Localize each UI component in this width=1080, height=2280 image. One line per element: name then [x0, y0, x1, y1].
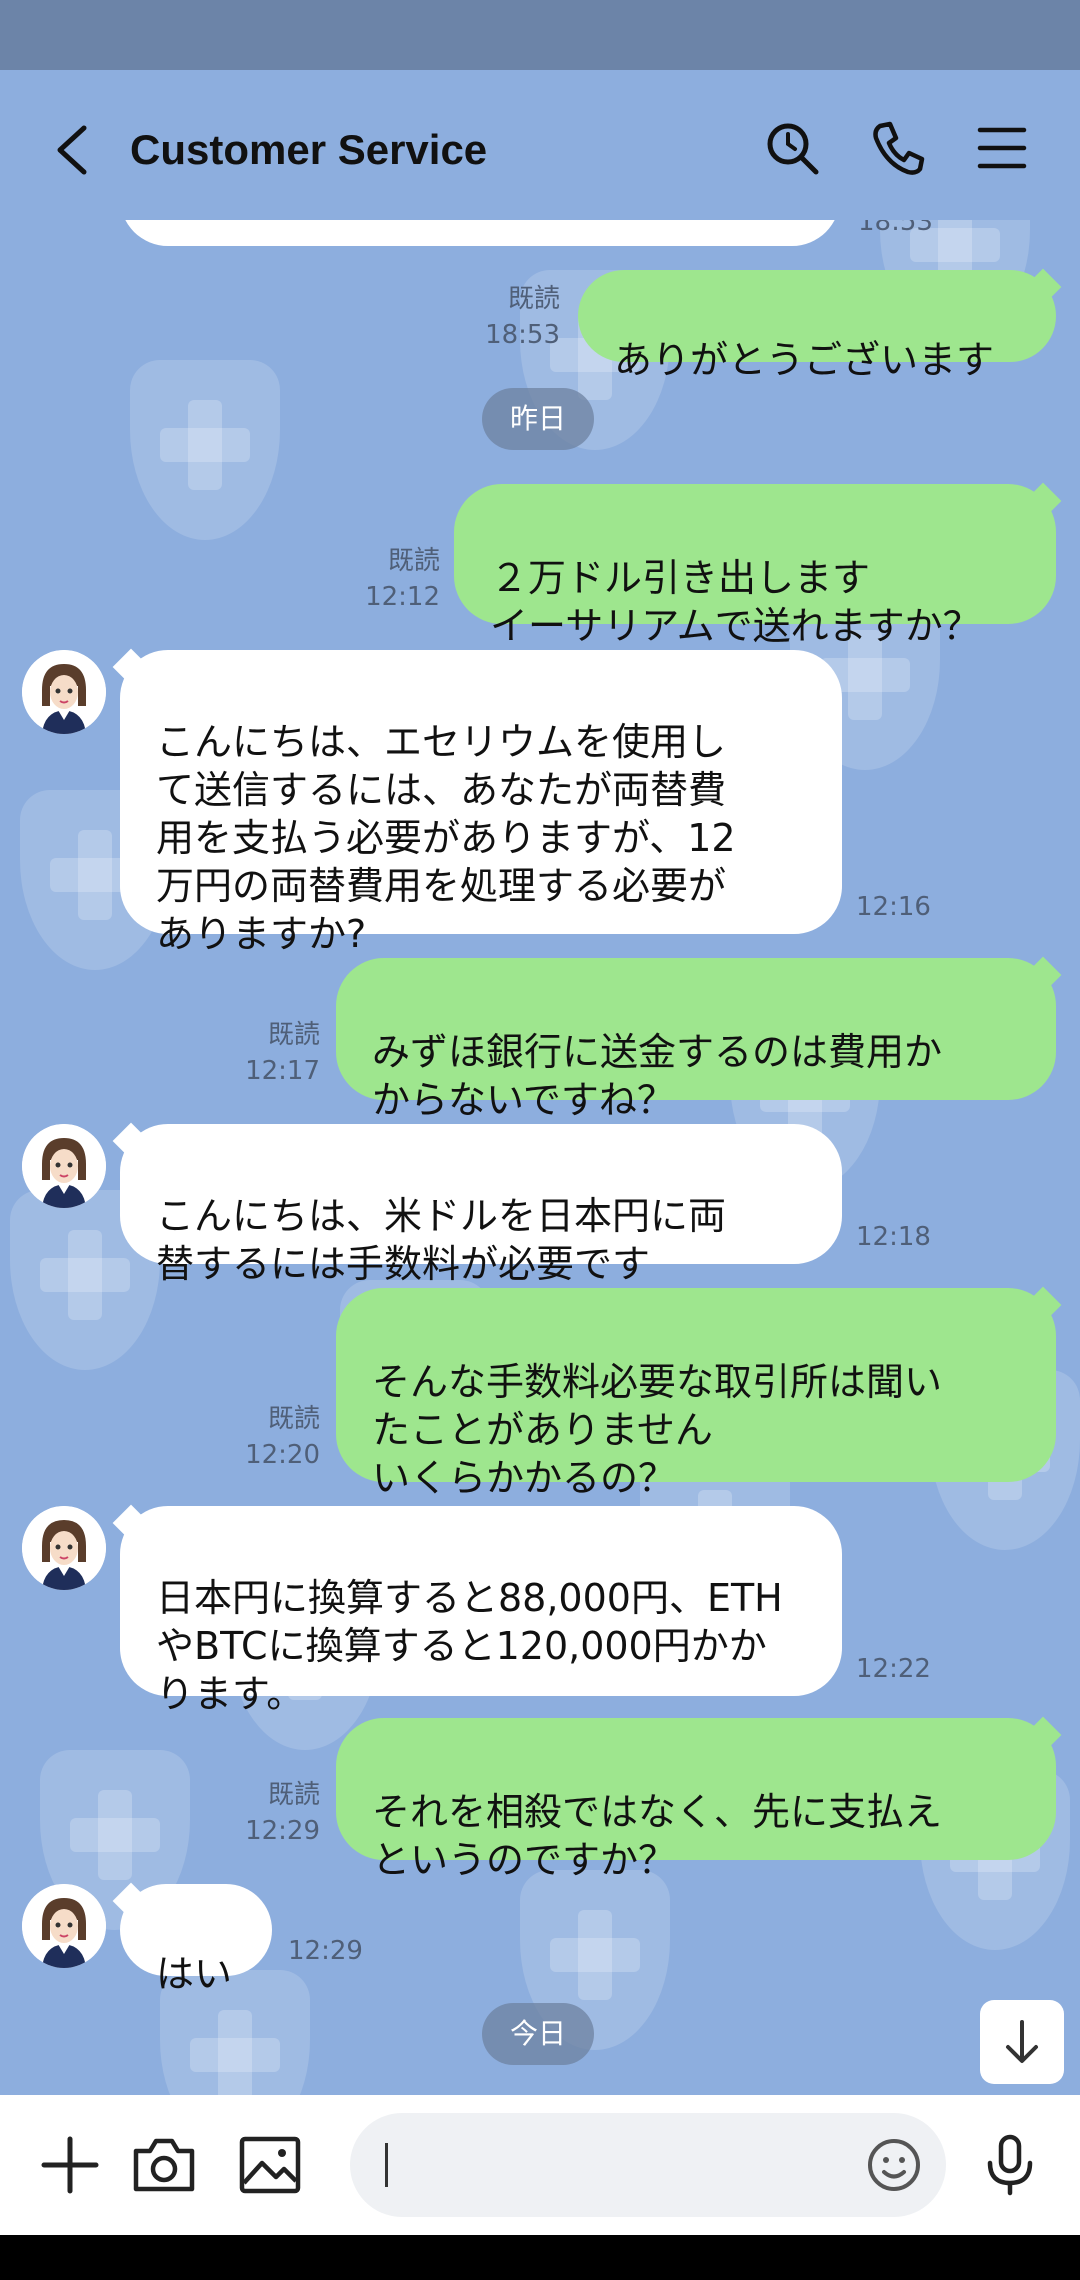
read-status: 既読: [267, 1780, 320, 1810]
agent-avatar[interactable]: [22, 1884, 106, 1968]
message-time: 12:17: [245, 1056, 320, 1086]
microphone-icon: [987, 2134, 1033, 2196]
message-bubble-outgoing: ２万ドル引き出します イーサリアムで送れますか？: [454, 484, 1056, 648]
voice-input-button[interactable]: [972, 2127, 1048, 2203]
read-status: 既読: [387, 546, 440, 576]
message-text: みずほ銀行に送金するのは費用か からないですね？: [372, 1030, 943, 1122]
message-text: ２万ドル引き出します イーサリアムで送れますか？: [490, 556, 981, 648]
message-text: ありがとうございます: [614, 338, 995, 382]
message-time: 12:20: [245, 1440, 320, 1470]
message-time: 18:53: [485, 320, 560, 350]
camera-icon: [133, 2138, 195, 2192]
chevron-left-icon: [57, 125, 87, 175]
read-status: 既読: [267, 1404, 320, 1434]
message-bubble-incoming: こんにちは、エセリウムを使用し て送信するには、あなたが両替費 用を支払う必要が…: [120, 650, 842, 956]
search-icon: [767, 123, 819, 175]
plus-icon: [41, 2136, 99, 2194]
message-bubble-outgoing: みずほ銀行に送金するのは費用か からないですね？: [336, 958, 1056, 1122]
menu-button[interactable]: [970, 116, 1034, 180]
scroll-to-bottom-button[interactable]: [980, 2000, 1064, 2084]
message-text: それを相殺ではなく、先に支払え というのですか？: [372, 1790, 943, 1882]
message-bubble-incoming: こんにちは、米ドルを日本円に両 替するには手数料が必要です: [120, 1124, 842, 1286]
date-separator: 今日: [482, 2003, 595, 2065]
message-bubble-incoming: 日本円に換算すると88,000円、ETH やBTCに換算すると120,000円か…: [120, 1506, 842, 1716]
message-time: 12:29: [245, 1816, 320, 1846]
image-icon: [239, 2136, 301, 2194]
message-bubble-outgoing: ありがとうございます: [578, 270, 1056, 382]
read-status: 既読: [507, 284, 560, 314]
agent-avatar[interactable]: [22, 1124, 106, 1208]
message-time: 12:16: [856, 892, 931, 922]
add-attachment-button[interactable]: [32, 2127, 108, 2203]
search-button[interactable]: [760, 116, 824, 180]
date-separator: 昨日: [482, 388, 595, 450]
message-time: 12:29: [288, 1936, 363, 1966]
message-bubble-outgoing: そんな手数料必要な取引所は聞い たことがありません いくらかかるの？: [336, 1288, 1056, 1500]
chat-area[interactable]: 18:53 ありがとうございます 既読 18:53 昨日 ２万ドル引き出します …: [0, 0, 1080, 2095]
emoji-icon: [868, 2139, 920, 2191]
message-text: こんにちは、米ドルを日本円に両 替するには手数料が必要です: [156, 1194, 727, 1286]
chat-title: Customer Service: [130, 126, 488, 173]
chat-header: Customer Service: [0, 70, 1080, 220]
read-status: 既読: [267, 1020, 320, 1050]
message-text: こんにちは、エセリウムを使用し て送信するには、あなたが両替費 用を支払う必要が…: [156, 720, 736, 956]
image-button[interactable]: [232, 2127, 308, 2203]
phone-icon: [873, 121, 925, 175]
message-text: そんな手数料必要な取引所は聞い たことがありません いくらかかるの？: [372, 1360, 943, 1500]
agent-avatar[interactable]: [22, 1506, 106, 1590]
call-button[interactable]: [866, 116, 930, 180]
system-navigation-bar: [0, 2235, 1080, 2280]
back-button[interactable]: [48, 120, 98, 180]
emoji-button[interactable]: [856, 2127, 932, 2203]
message-bubble-outgoing: それを相殺ではなく、先に支払え というのですか？: [336, 1718, 1056, 1882]
hamburger-menu-icon: [977, 127, 1027, 169]
message-text: 日本円に換算すると88,000円、ETH やBTCに換算すると120,000円か…: [156, 1576, 783, 1716]
text-cursor: [385, 2143, 388, 2187]
message-time: 12:18: [856, 1222, 931, 1252]
message-time: 12:22: [856, 1654, 931, 1684]
agent-avatar[interactable]: [22, 650, 106, 734]
message-text: はい: [156, 1952, 233, 1996]
arrow-down-icon: [1006, 2020, 1038, 2063]
message-input-bar: [0, 2095, 1080, 2235]
message-time: 12:12: [365, 582, 440, 612]
camera-button[interactable]: [126, 2127, 202, 2203]
